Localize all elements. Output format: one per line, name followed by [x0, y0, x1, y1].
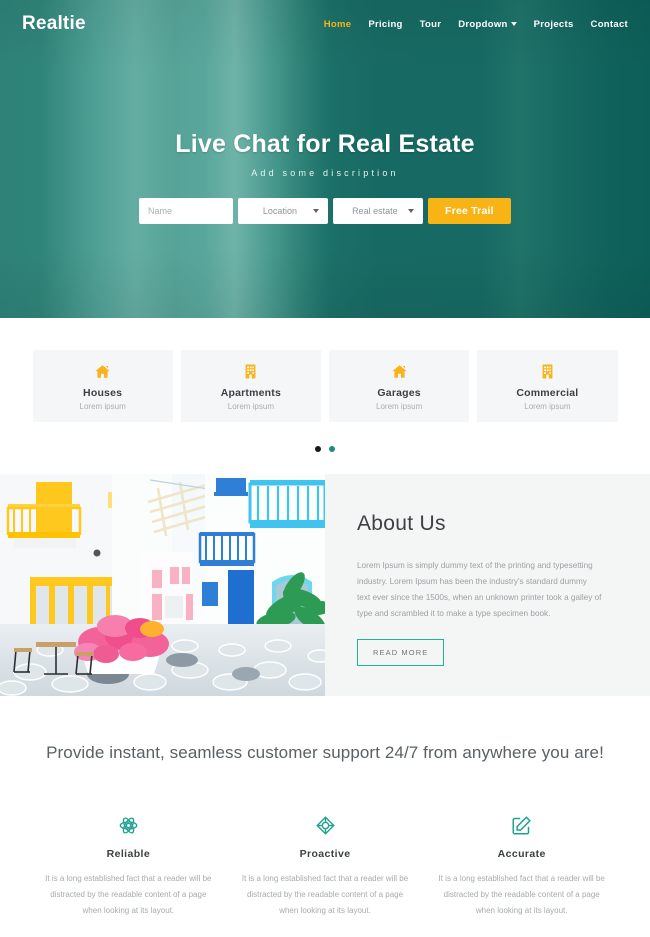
- brand-logo[interactable]: Realtie: [22, 13, 86, 35]
- feature-body: It is a long established fact that a rea…: [241, 873, 409, 915]
- location-select-label: Location: [262, 206, 297, 216]
- nav-item-home-label: Home: [323, 18, 352, 30]
- category-card-commercial[interactable]: Commercial Lorem ipsum: [477, 350, 618, 422]
- feature-title: Reliable: [106, 847, 151, 860]
- chevron-down-icon: [407, 209, 414, 213]
- about-body-text: Lorem Ipsum is simply dummy text of the …: [357, 561, 602, 618]
- property-type-select[interactable]: Real estate: [332, 198, 423, 224]
- category-card-subtitle: Lorem ipsum: [376, 402, 423, 411]
- name-input[interactable]: [139, 198, 233, 224]
- apartment-building-icon: [242, 361, 259, 381]
- about-content: About Us Lorem Ipsum is simply dummy tex…: [325, 474, 650, 696]
- support-heading: Provide instant, seamless customer suppo…: [46, 743, 604, 762]
- categories-section: Houses Lorem ipsum Apartments Lorem ipsu…: [0, 318, 650, 452]
- nav-item-contact-label: Contact: [590, 18, 628, 30]
- nav-item-projects[interactable]: Projects: [534, 19, 574, 30]
- hero-search-form: Location Real estate Free Trail: [139, 198, 512, 224]
- nav-item-home[interactable]: Home: [324, 19, 352, 30]
- nav-item-projects-label: Projects: [533, 18, 574, 30]
- about-section: About Us Lorem Ipsum is simply dummy tex…: [0, 474, 650, 696]
- category-card-garages[interactable]: Garages Lorem ipsum: [329, 350, 470, 422]
- category-card-title: Houses: [83, 387, 123, 399]
- nav-item-tour[interactable]: Tour: [420, 19, 442, 30]
- house-icon: [391, 361, 408, 381]
- apartment-building-icon: [539, 361, 556, 381]
- feature-body: It is a long established fact that a rea…: [45, 873, 212, 915]
- category-card-apartments[interactable]: Apartments Lorem ipsum: [180, 350, 321, 422]
- chevron-down-icon: [510, 21, 517, 26]
- nav-item-pricing[interactable]: Pricing: [368, 19, 402, 30]
- category-card-title: Commercial: [516, 387, 579, 399]
- category-card-list: Houses Lorem ipsum Apartments Lorem ipsu…: [32, 350, 618, 422]
- category-card-title: Apartments: [220, 387, 282, 399]
- nav-item-contact[interactable]: Contact: [591, 19, 628, 30]
- hero-content: Live Chat for Real Estate Add some discr…: [0, 48, 650, 224]
- carousel-dot-2[interactable]: [329, 446, 335, 452]
- about-title: About Us: [357, 512, 446, 535]
- support-section: Provide instant, seamless customer suppo…: [0, 696, 650, 919]
- category-card-title: Garages: [377, 387, 421, 399]
- nav-item-pricing-label: Pricing: [368, 18, 403, 30]
- about-image: [0, 474, 325, 696]
- nav-links: Home Pricing Tour Dropdown Projects Cont…: [324, 19, 628, 30]
- edit-pencil-square-icon: [437, 813, 606, 839]
- feature-list: Reliable It is a long established fact t…: [30, 813, 620, 919]
- category-card-houses[interactable]: Houses Lorem ipsum: [32, 350, 173, 422]
- hero-subtitle: Add some discription: [251, 168, 399, 178]
- chevron-down-icon: [312, 209, 319, 213]
- feature-body: It is a long established fact that a rea…: [438, 873, 605, 915]
- nav-item-dropdown[interactable]: Dropdown: [458, 18, 517, 30]
- free-trial-button[interactable]: Free Trail: [427, 198, 512, 224]
- diamond-target-icon: [241, 813, 410, 839]
- feature-title: Accurate: [497, 847, 546, 860]
- nav-item-dropdown-label: Dropdown: [458, 18, 508, 30]
- house-icon: [94, 361, 111, 381]
- category-card-subtitle: Lorem ipsum: [79, 402, 126, 411]
- hero-title: Live Chat for Real Estate: [175, 130, 475, 158]
- read-more-button[interactable]: READ MORE: [357, 638, 445, 666]
- carousel-dot-1[interactable]: [315, 446, 321, 452]
- atom-icon: [44, 813, 213, 839]
- nav-item-tour-label: Tour: [419, 18, 442, 30]
- carousel-pagination: [0, 446, 650, 452]
- property-type-select-label: Real estate: [352, 206, 398, 216]
- top-navigation-bar: Realtie Home Pricing Tour Dropdown Proje…: [0, 0, 650, 48]
- feature-accurate: Accurate It is a long established fact t…: [423, 813, 620, 919]
- location-select[interactable]: Location: [238, 198, 328, 224]
- category-card-subtitle: Lorem ipsum: [524, 402, 571, 411]
- feature-proactive: Proactive It is a long established fact …: [227, 813, 424, 919]
- feature-reliable: Reliable It is a long established fact t…: [30, 813, 227, 919]
- feature-title: Proactive: [299, 847, 351, 860]
- hero-section: Realtie Home Pricing Tour Dropdown Proje…: [0, 0, 650, 318]
- category-card-subtitle: Lorem ipsum: [227, 402, 274, 411]
